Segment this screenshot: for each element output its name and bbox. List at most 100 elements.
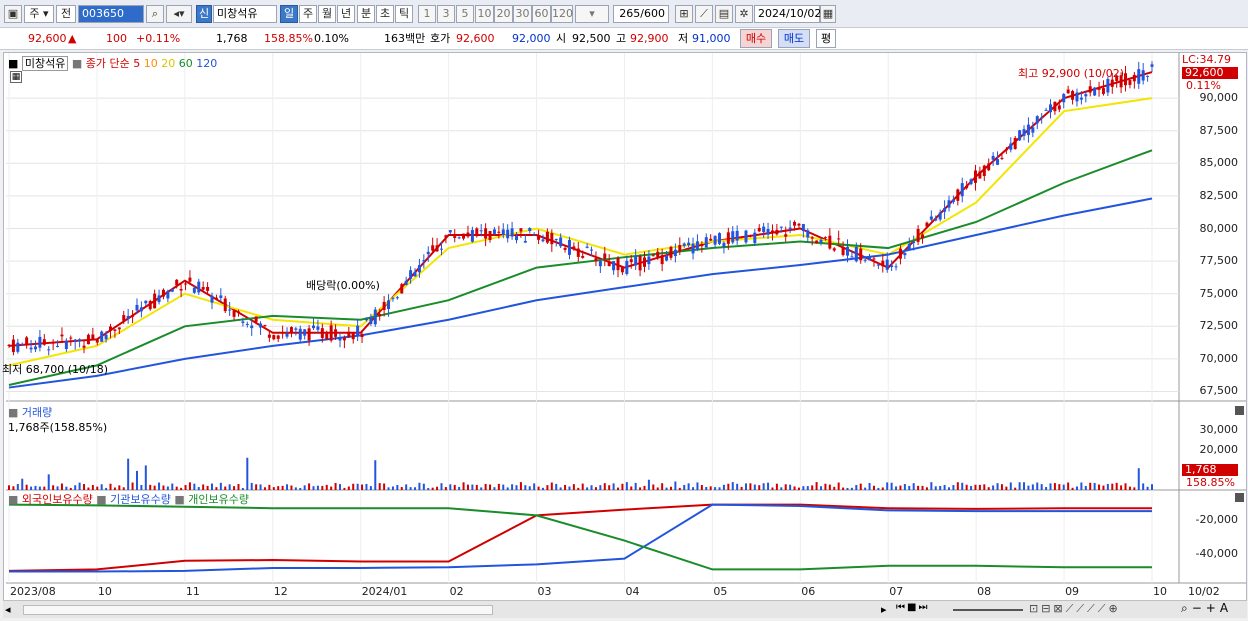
volume-bar [696, 482, 699, 490]
zoom-controls[interactable]: ⌕−+A [1181, 601, 1232, 616]
scroll-track[interactable] [23, 605, 493, 615]
zoom-slider[interactable] [953, 609, 1023, 611]
interval-120[interactable]: 120 [551, 5, 573, 23]
candle-body [1013, 138, 1017, 149]
candle-body [356, 325, 360, 336]
interval-20[interactable]: 20 [494, 5, 513, 23]
table-icon[interactable]: ▦ [10, 71, 22, 83]
volume-bar [69, 487, 72, 490]
sell-button[interactable]: 매도 [778, 29, 810, 48]
x-tick-label: 03 [537, 585, 552, 598]
scroll-left-icon[interactable]: ◂ [5, 603, 11, 616]
candle-body [744, 230, 748, 243]
candle-body [890, 265, 894, 268]
tab-year[interactable]: 년 [337, 5, 355, 23]
tab-minute[interactable]: 분 [357, 5, 375, 23]
count-field[interactable]: 265/600 [613, 5, 669, 23]
window-menu-icon[interactable]: ▣ [4, 5, 22, 23]
price-tick-label: 77,500 [1199, 254, 1239, 268]
legend-marker-icon: ■ [8, 493, 19, 506]
candle-body [616, 257, 620, 271]
volume-bar [427, 487, 430, 490]
chart-area[interactable]: ■ 미창석유 ■ 종가 단순 5 10 20 60 120 ▦ 최고 92,90… [2, 52, 1247, 618]
volume-bar [687, 483, 690, 490]
tab-tick[interactable]: 틱 [395, 5, 413, 23]
interval-3[interactable]: 3 [437, 5, 455, 23]
volume-bar [639, 487, 642, 490]
legend-foreign: 외국인보유수량 [21, 493, 93, 506]
save-icon[interactable]: ▤ [715, 5, 733, 23]
candle-body [1146, 75, 1150, 77]
candle-body [907, 243, 911, 250]
candle-settings-icon[interactable]: ⊞ [675, 5, 693, 23]
last-volume-pct: 158.85% [1186, 476, 1235, 489]
volume-bar [25, 484, 28, 490]
scroll-right-icon[interactable]: ▸ [881, 603, 887, 616]
legend-stock-name[interactable]: 미창석유 [21, 56, 69, 71]
x-tick-label: 10 [1153, 585, 1167, 598]
volume-bar [286, 484, 289, 490]
interval-1[interactable]: 1 [418, 5, 436, 23]
volume-bar [987, 487, 990, 490]
candle-body [916, 228, 920, 242]
tab-second[interactable]: 초 [376, 5, 394, 23]
gear-icon[interactable]: ✲ [735, 5, 753, 23]
avg-button[interactable]: 평 [816, 29, 836, 48]
draw-line-icon[interactable]: ⟋ [695, 5, 713, 23]
volume-bar [215, 487, 218, 490]
tab-week[interactable]: 주 [299, 5, 317, 23]
volume-bar [224, 486, 227, 490]
candle-body [947, 200, 951, 208]
tab-month[interactable]: 월 [318, 5, 336, 23]
volume-bar [383, 483, 386, 490]
interval-5[interactable]: 5 [456, 5, 474, 23]
panel-close-icon[interactable] [1235, 406, 1244, 415]
candle-body [38, 336, 42, 348]
new-button[interactable]: 신 [196, 5, 212, 23]
scroll-bar[interactable]: ◂ ▸ ⏮■⏭ ⊡⊟⊠⟋⟋⟋⟋⊕ ⌕−+A [3, 600, 1247, 618]
speaker-icon[interactable]: ◂▾ [166, 5, 192, 23]
volume-bar [815, 482, 818, 490]
x-tick-label: 12 [273, 585, 288, 598]
date-field[interactable]: 2024/10/02 [754, 5, 821, 23]
low-price: 91,000 [692, 32, 731, 45]
volume-bar [462, 482, 465, 490]
interval-30[interactable]: 30 [513, 5, 532, 23]
stock-name-field[interactable]: 미창석유 [213, 5, 277, 23]
period-unit-select[interactable]: 주 ▾ [24, 5, 54, 23]
candle-body [400, 284, 404, 294]
volume-bar [471, 484, 474, 490]
volume-bar [374, 460, 377, 490]
candle-body [585, 246, 589, 248]
volume-bar [361, 484, 364, 490]
volume-bar [577, 487, 580, 490]
interval-dropdown[interactable]: ▾ [575, 5, 609, 23]
chart-canvas[interactable] [4, 53, 1246, 601]
prev-button[interactable]: 전 [56, 5, 76, 23]
interval-60[interactable]: 60 [532, 5, 551, 23]
volume-bar [705, 486, 708, 490]
candle-body [757, 227, 761, 232]
volume-bar [325, 484, 328, 490]
volume-bar [1089, 482, 1092, 490]
volume-bar [775, 483, 778, 490]
candle-body [532, 234, 536, 236]
playback-controls[interactable]: ⏮■⏭ [896, 602, 929, 613]
candle-body [563, 247, 567, 250]
volume-bar [925, 487, 928, 490]
candle-body [20, 343, 24, 346]
panel-close-icon[interactable] [1235, 493, 1244, 502]
volume-bar [678, 487, 681, 490]
tab-day[interactable]: 일 [280, 5, 298, 23]
candle-body [1000, 157, 1004, 159]
search-icon[interactable]: ⌕ [146, 5, 164, 23]
interval-10[interactable]: 10 [475, 5, 494, 23]
candle-body [501, 229, 505, 235]
volume-bar [8, 485, 10, 490]
volume-bar [961, 482, 964, 490]
buy-button[interactable]: 매수 [740, 29, 772, 48]
stock-code-input[interactable]: 003650 [78, 5, 144, 23]
drawing-tools[interactable]: ⊡⊟⊠⟋⟋⟋⟋⊕ [1029, 602, 1121, 616]
volume-bar [1151, 484, 1153, 490]
calendar-icon[interactable]: ▦ [820, 5, 836, 23]
